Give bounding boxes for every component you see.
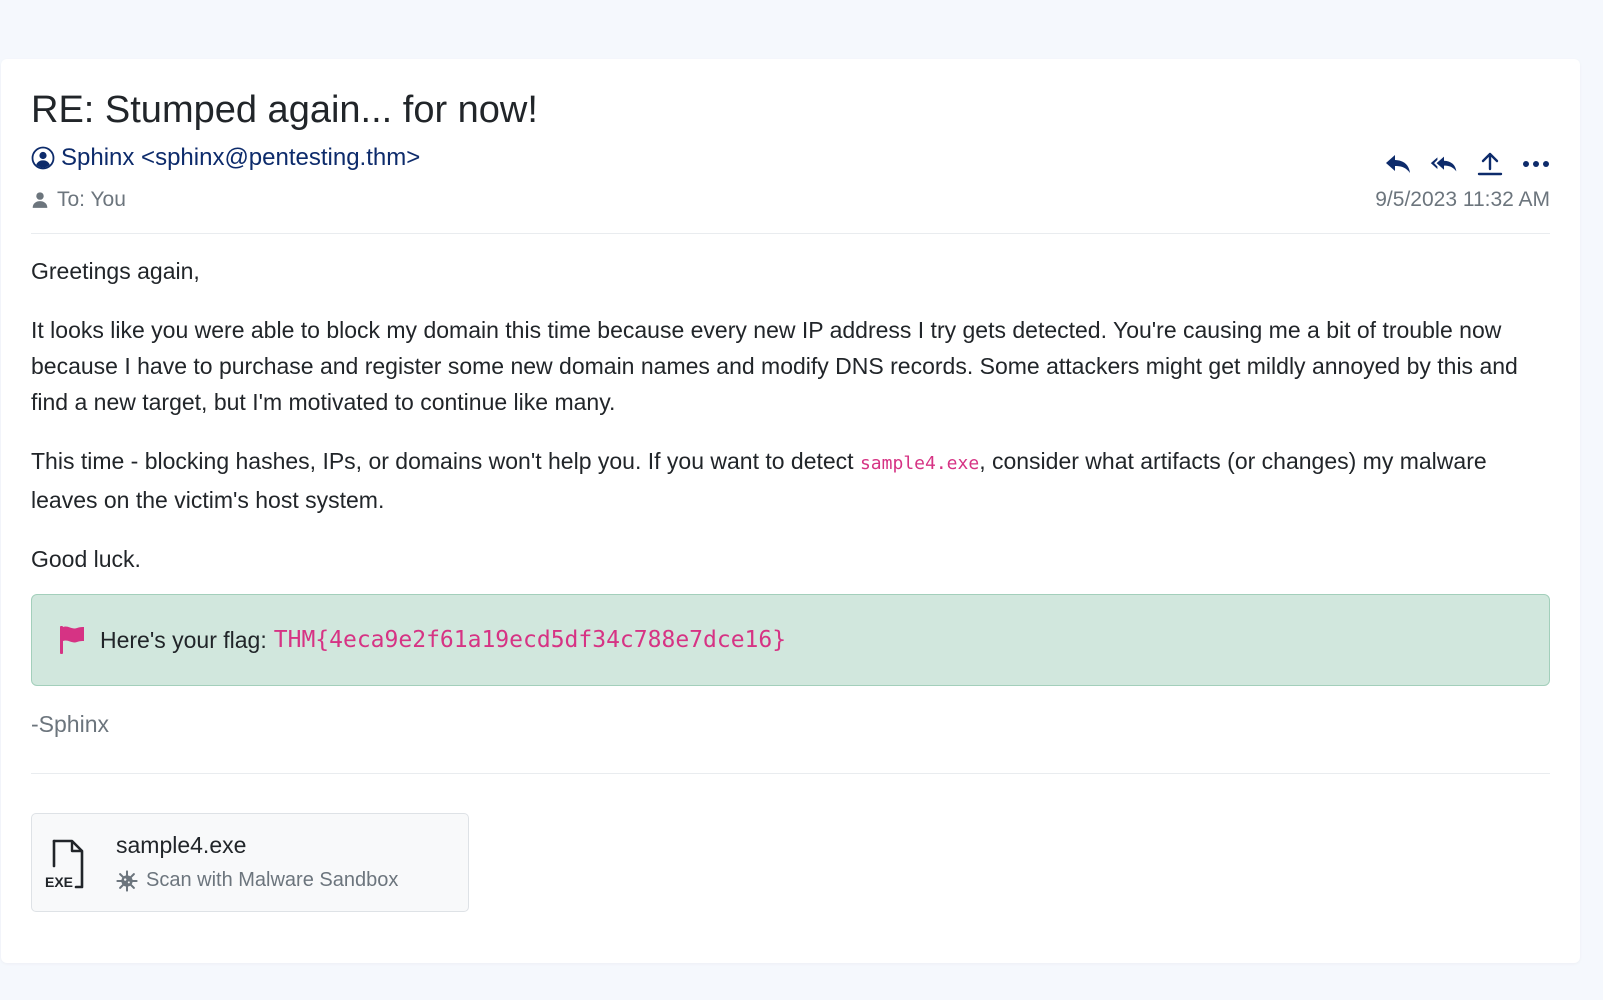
email-date: 9/5/2023 11:32 AM [1375, 188, 1550, 211]
forward-button[interactable] [1476, 151, 1504, 177]
flag-icon [60, 626, 84, 654]
body-paragraph-1: It looks like you were able to block my … [31, 317, 1518, 415]
email-subject: RE: Stumped again... for now! [31, 89, 538, 131]
reply-all-icon [1430, 156, 1457, 172]
scan-sandbox-link[interactable]: Scan with Malware Sandbox [116, 869, 398, 892]
recipient-line: To: You [31, 188, 126, 212]
flag-label: Here's your flag: [100, 626, 267, 653]
attachment-divider [31, 773, 1550, 774]
forward-icon [1477, 152, 1503, 176]
email-card: RE: Stumped again... for now! Sphinx <sp… [1, 59, 1580, 963]
email-body: Greetings again, It looks like you were … [31, 253, 1550, 600]
reply-icon [1386, 155, 1410, 173]
file-type-label: EXE [45, 874, 73, 890]
reply-all-button[interactable] [1430, 151, 1458, 177]
header-divider [31, 233, 1550, 234]
closing-text: Good luck. [31, 546, 141, 572]
signature: -Sphinx [31, 711, 109, 737]
body-paragraph-2: This time - blocking hashes, IPs, or dom… [31, 443, 1550, 518]
paragraph-2-text-start: This time - blocking hashes, IPs, or dom… [31, 448, 860, 474]
user-circle-icon [31, 146, 55, 170]
recipient-label: To: You [57, 188, 126, 211]
flag-value: THM{4eca9e2f61a19ecd5df34c788e7dce16} [273, 627, 787, 653]
sender-link[interactable]: Sphinx <sphinx@pentesting.thm> [31, 144, 420, 172]
flag-alert: Here's your flag: THM{4eca9e2f61a19ecd5d… [31, 594, 1550, 686]
email-actions [1384, 151, 1550, 177]
attachment-filename: sample4.exe [116, 832, 247, 858]
sender-name: Sphinx <sphinx@pentesting.thm> [61, 144, 421, 171]
reply-button[interactable] [1384, 151, 1412, 177]
more-button[interactable] [1522, 151, 1550, 177]
exe-file-icon: EXE [45, 839, 84, 890]
more-icon [1523, 161, 1549, 167]
scan-label: Scan with Malware Sandbox [146, 869, 399, 891]
person-icon [32, 192, 48, 208]
attachment-card[interactable]: EXE sample4.exe Scan with Malware Sandbo… [31, 813, 469, 912]
inline-code-filename: sample4.exe [859, 453, 980, 474]
virus-icon [116, 869, 138, 892]
greeting-text: Greetings again, [31, 258, 200, 284]
